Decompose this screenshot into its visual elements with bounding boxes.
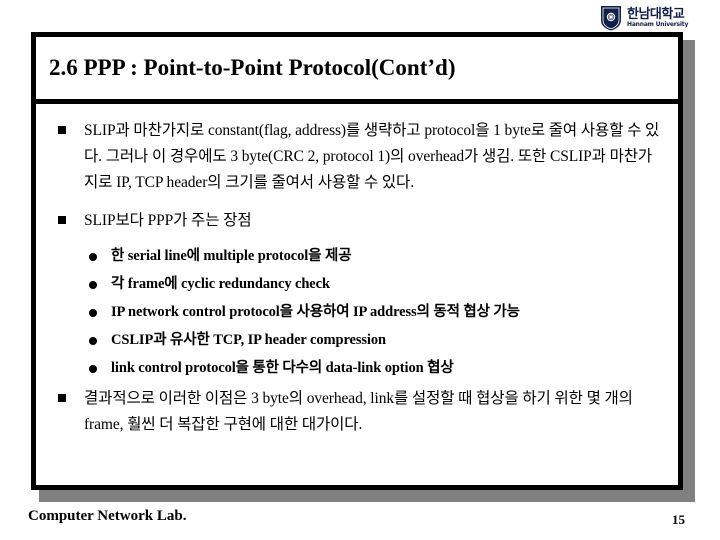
presentation-slide: 한남대학교 Hannam University 2.6 PPP : Point-… <box>0 0 720 540</box>
disc-bullet-icon <box>89 309 97 318</box>
footer-lab-name: Computer Network Lab. <box>28 508 187 524</box>
disc-bullet-icon <box>89 253 97 262</box>
logo-korean-name: 한남대학교 <box>627 7 685 22</box>
square-bullet-icon <box>58 394 66 403</box>
list-item-label: IP network control protocol을 사용하여 IP add… <box>111 304 520 321</box>
disc-bullet-icon <box>89 337 97 346</box>
page-title: 2.6 PPP : Point-to-Point Protocol(Cont’d… <box>49 55 456 80</box>
square-bullet-icon <box>58 126 66 134</box>
list-item: 한 serial line에 multiple protocol을 제공 <box>53 246 662 267</box>
university-logo: 한남대학교 Hannam University <box>600 3 712 33</box>
list-item-label: SLIP과 마찬가지로 constant(flag, address)를 생략하… <box>84 122 660 192</box>
disc-bullet-icon <box>89 365 97 374</box>
list-item: SLIP과 마찬가지로 constant(flag, address)를 생략하… <box>53 118 662 196</box>
slide-body: SLIP과 마찬가지로 constant(flag, address)를 생략하… <box>36 104 678 485</box>
footer-page-number: 15 <box>672 512 685 527</box>
list-item: CSLIP과 유사한 TCP, IP header compression <box>53 330 662 351</box>
list-item-label: 결과적으로 이러한 이점은 3 byte의 overhead, link를 설정… <box>84 390 633 434</box>
list-item: IP network control protocol을 사용하여 IP add… <box>53 302 662 323</box>
slide-title-band: 2.6 PPP : Point-to-Point Protocol(Cont’d… <box>36 37 678 104</box>
logo-english-name: Hannam University <box>627 21 689 28</box>
list-item: SLIP보다 PPP가 주는 장점 <box>53 208 662 234</box>
list-item-label: CSLIP과 유사한 TCP, IP header compression <box>111 332 386 349</box>
list-item-label: link control protocol을 통한 다수의 data-link … <box>111 360 454 377</box>
list-item: link control protocol을 통한 다수의 data-link … <box>53 358 662 379</box>
disc-bullet-icon <box>89 281 97 290</box>
list-item-label: 각 frame에 cyclic redundancy check <box>111 276 330 293</box>
list-item-label: SLIP보다 PPP가 주는 장점 <box>84 212 252 230</box>
square-bullet-icon <box>58 216 66 225</box>
shield-emblem-icon <box>601 6 621 31</box>
list-item: 각 frame에 cyclic redundancy check <box>53 274 662 295</box>
list-item-label: 한 serial line에 multiple protocol을 제공 <box>111 248 352 265</box>
list-item: 결과적으로 이러한 이점은 3 byte의 overhead, link를 설정… <box>53 386 662 438</box>
logo-text-block: 한남대학교 Hannam University <box>627 8 688 28</box>
sub-list: 한 serial line에 multiple protocol을 제공 각 f… <box>53 246 662 379</box>
slide-content-frame: 2.6 PPP : Point-to-Point Protocol(Cont’d… <box>31 32 683 490</box>
